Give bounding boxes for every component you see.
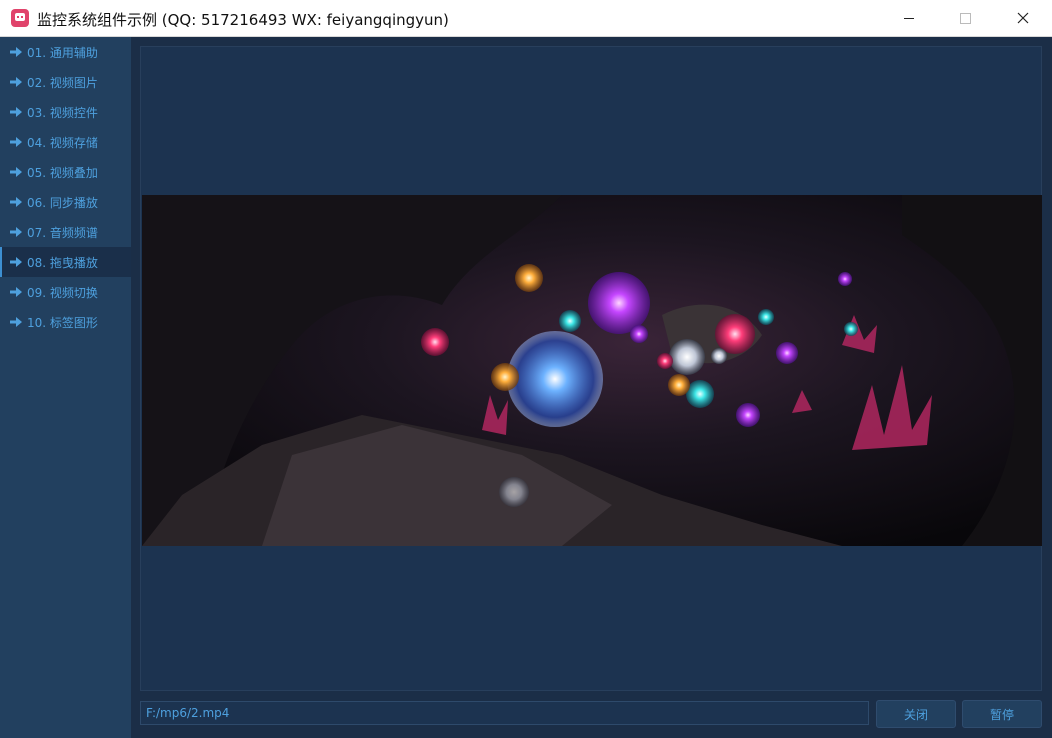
arrow-right-icon xyxy=(10,317,22,327)
arrow-right-icon xyxy=(10,287,22,297)
sidebar-item-sync-play[interactable]: 06. 同步播放 xyxy=(0,187,131,217)
sidebar-item-video-overlay[interactable]: 05. 视频叠加 xyxy=(0,157,131,187)
window-title: 监控系统组件示例 (QQ: 517216493 WX: feiyangqingy… xyxy=(37,11,449,29)
minimize-icon xyxy=(904,17,914,19)
close-window-button[interactable] xyxy=(994,0,1052,36)
arrow-right-icon xyxy=(10,107,22,117)
sidebar-item-label: 01. 通用辅助 xyxy=(27,45,98,60)
sidebar-item-label: 10. 标签图形 xyxy=(27,315,98,330)
sidebar-item-drag-play[interactable]: 08. 拖曳播放 xyxy=(0,247,131,277)
arrow-right-icon xyxy=(10,197,22,207)
sidebar-item-general-helper[interactable]: 01. 通用辅助 xyxy=(0,37,131,67)
sidebar-item-label: 03. 视频控件 xyxy=(27,105,98,120)
close-icon xyxy=(1017,12,1029,24)
maximize-icon xyxy=(959,12,971,24)
app-logo-icon xyxy=(11,9,29,27)
sidebar-item-audio-spectrum[interactable]: 07. 音频频谱 xyxy=(0,217,131,247)
sidebar-item-label: 08. 拖曳播放 xyxy=(27,255,98,270)
sidebar-nav: 01. 通用辅助 02. 视频图片 03. 视频控件 04. 视频存储 05. … xyxy=(0,37,131,738)
arrow-right-icon xyxy=(10,47,22,57)
arrow-right-icon xyxy=(10,77,22,87)
sidebar-item-video-control[interactable]: 03. 视频控件 xyxy=(0,97,131,127)
sidebar-item-label: 02. 视频图片 xyxy=(27,75,98,90)
pause-button[interactable]: 暂停 xyxy=(962,700,1042,728)
arrow-right-icon xyxy=(10,227,22,237)
title-bar[interactable]: 监控系统组件示例 (QQ: 517216493 WX: feiyangqingy… xyxy=(0,0,1052,37)
video-frame[interactable] xyxy=(142,195,1042,546)
sidebar-item-label: 06. 同步播放 xyxy=(27,195,98,210)
player-controls: 关闭 暂停 xyxy=(140,700,1042,728)
file-path-input[interactable] xyxy=(140,701,869,725)
maximize-button[interactable] xyxy=(936,0,994,36)
sidebar-item-label: 05. 视频叠加 xyxy=(27,165,98,180)
arrow-right-icon xyxy=(10,137,22,147)
minimize-button[interactable] xyxy=(880,0,938,36)
arrow-right-icon xyxy=(10,257,22,267)
video-frame-image xyxy=(142,195,1042,546)
arrow-right-icon xyxy=(10,167,22,177)
sidebar-item-video-storage[interactable]: 04. 视频存储 xyxy=(0,127,131,157)
sidebar-item-video-switch[interactable]: 09. 视频切换 xyxy=(0,277,131,307)
sidebar-item-label: 07. 音频频谱 xyxy=(27,225,98,240)
sidebar-item-video-image[interactable]: 02. 视频图片 xyxy=(0,67,131,97)
close-video-button[interactable]: 关闭 xyxy=(876,700,956,728)
sidebar-item-label: 09. 视频切换 xyxy=(27,285,98,300)
sidebar-item-label-shapes[interactable]: 10. 标签图形 xyxy=(0,307,131,337)
sidebar-item-label: 04. 视频存储 xyxy=(27,135,98,150)
